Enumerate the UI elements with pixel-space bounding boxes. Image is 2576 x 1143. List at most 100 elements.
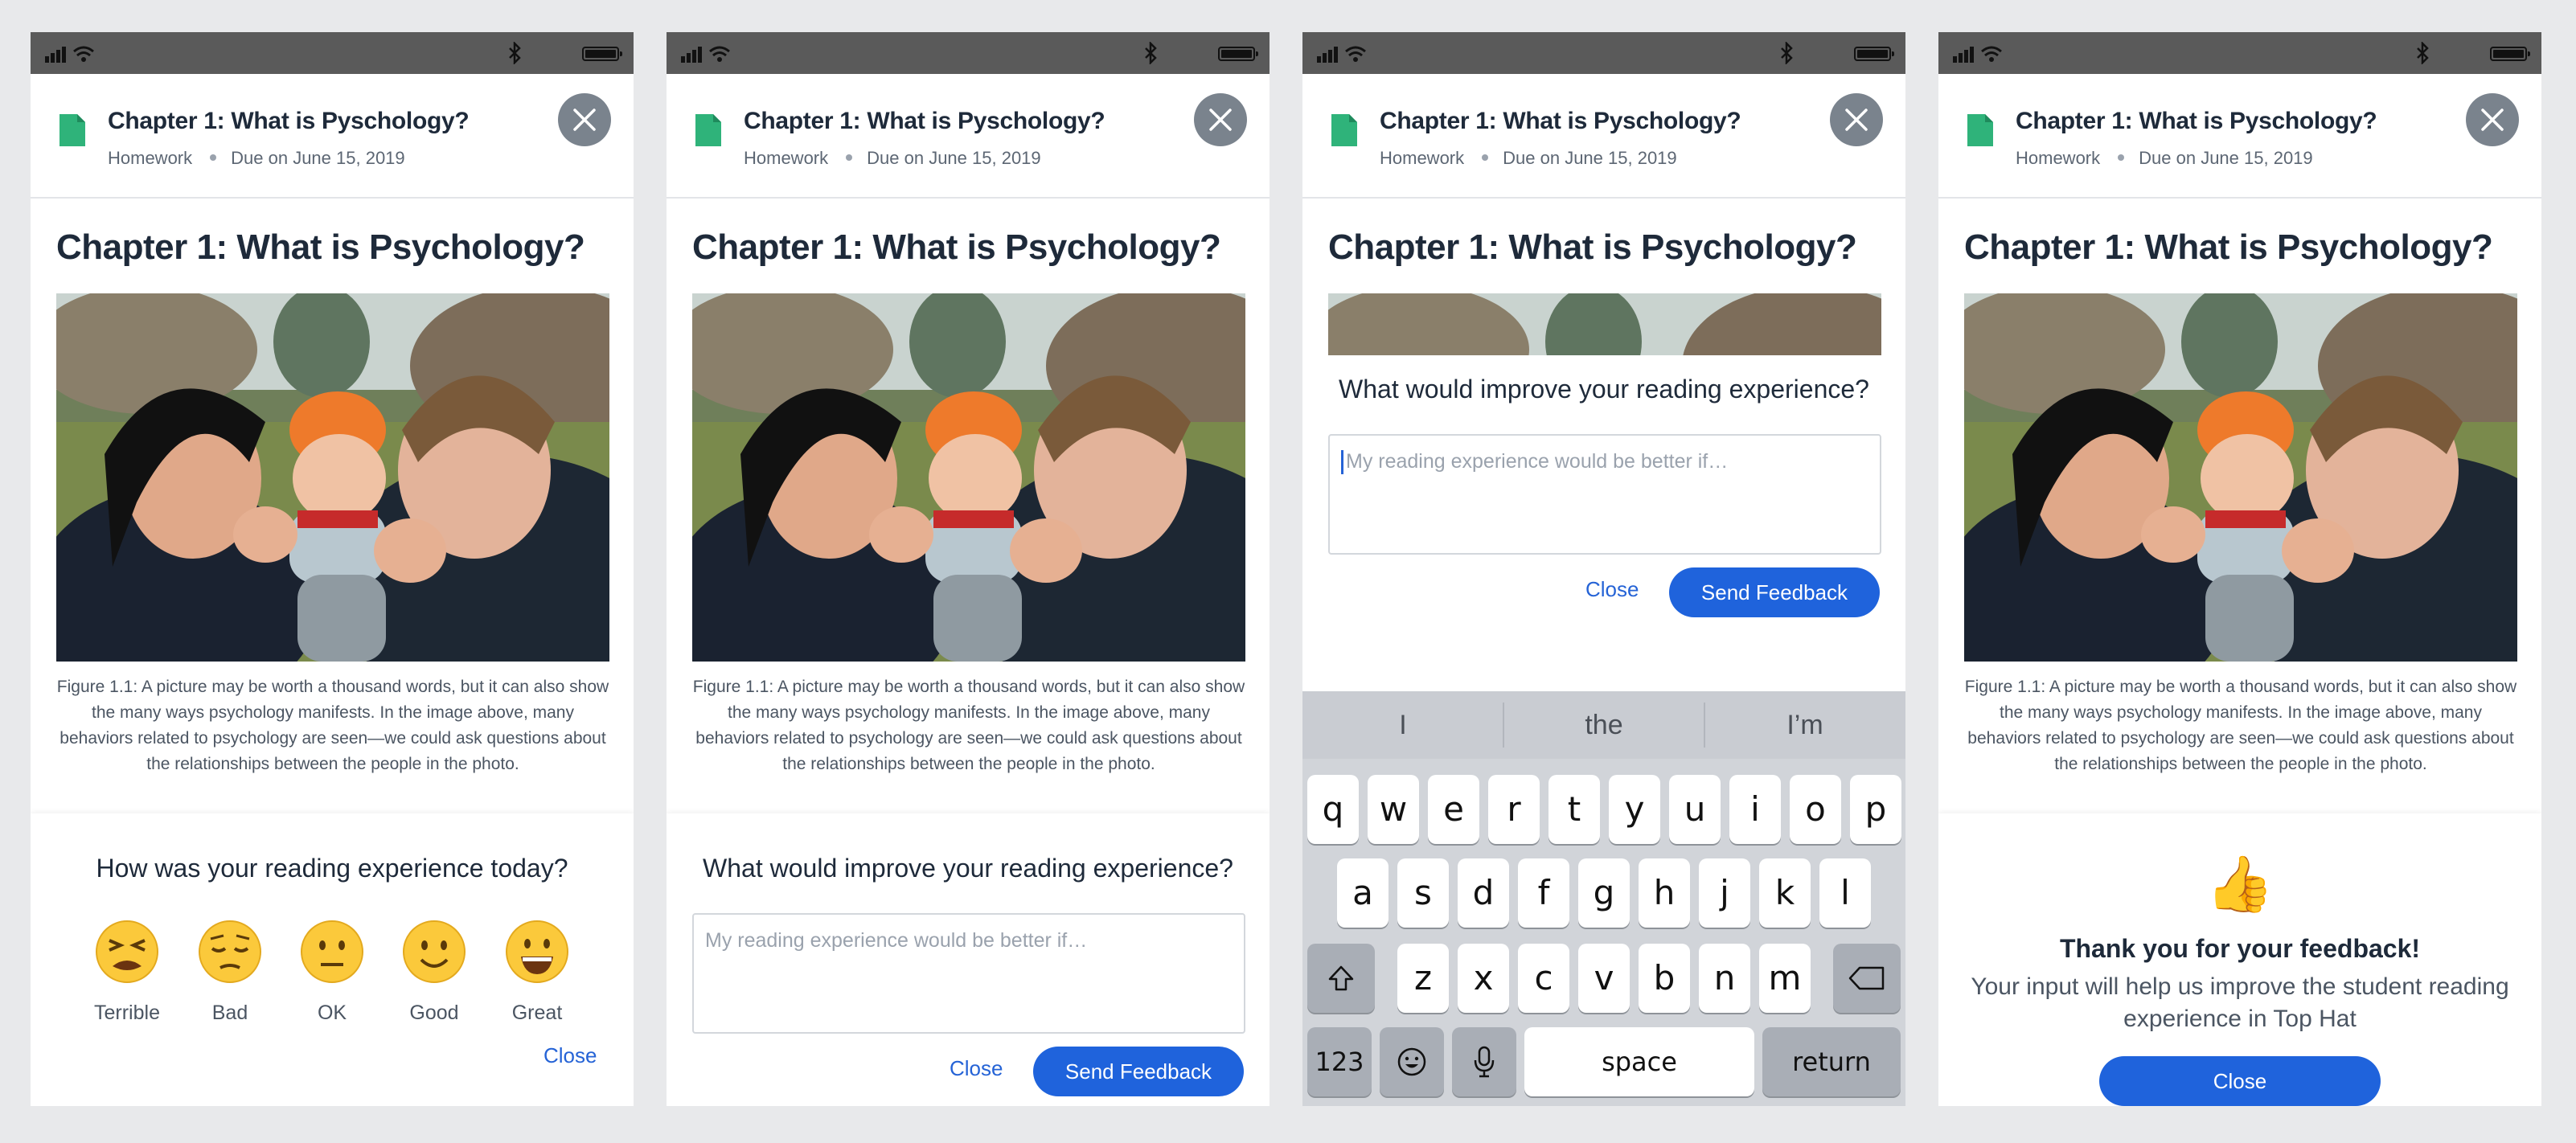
- rating-terrible[interactable]: Terrible: [87, 920, 167, 1025]
- emoji-icon: [1397, 1047, 1426, 1076]
- assignment-header: Chapter 1: What is Pyschology? Homework D…: [667, 74, 1270, 199]
- thanks-message: Your input will help us improve the stud…: [1971, 973, 2509, 1032]
- rating-panel: How was your reading experience today? T…: [31, 813, 634, 1106]
- close-button[interactable]: [1830, 93, 1883, 146]
- assignment-header: Chapter 1: What is Pyschology? Homework D…: [1938, 74, 2541, 199]
- key[interactable]: q: [1307, 775, 1359, 844]
- close-link[interactable]: Close: [544, 1043, 597, 1068]
- key[interactable]: e: [1428, 775, 1479, 844]
- delete-key[interactable]: [1833, 944, 1901, 1013]
- close-button-primary[interactable]: Close: [2099, 1056, 2381, 1106]
- key[interactable]: r: [1488, 775, 1540, 844]
- key[interactable]: x: [1458, 944, 1509, 1013]
- status-bar: [1302, 32, 1905, 74]
- assignment-title: Chapter 1: What is Pyschology?: [1380, 108, 1741, 134]
- signal-wifi-icon: [681, 46, 730, 63]
- feedback-input[interactable]: My reading experience would be better if…: [1328, 434, 1881, 555]
- rating-bad[interactable]: Bad: [190, 920, 270, 1025]
- text-caret: [1341, 450, 1343, 474]
- figure-caption: Figure 1.1: A picture may be worth a tho…: [692, 678, 1245, 773]
- bluetooth-icon: [509, 42, 521, 64]
- tired-face-icon: [96, 920, 158, 983]
- return-key[interactable]: return: [1762, 1027, 1901, 1096]
- assignment-meta: Homework Due on June 15, 2019: [744, 148, 1041, 169]
- shift-key[interactable]: [1307, 944, 1375, 1013]
- assignment-meta: Homework Due on June 15, 2019: [1380, 148, 1677, 169]
- key[interactable]: m: [1759, 944, 1811, 1013]
- numbers-key[interactable]: 123: [1307, 1027, 1372, 1096]
- send-feedback-button[interactable]: Send Feedback: [1033, 1047, 1244, 1096]
- status-bar: [1938, 32, 2541, 74]
- assignment-sheet: Chapter 1: What is Pyschology? Homework D…: [1938, 74, 2541, 1106]
- space-key[interactable]: space: [1524, 1027, 1754, 1096]
- send-feedback-button[interactable]: Send Feedback: [1669, 567, 1880, 617]
- rating-label: OK: [317, 1002, 347, 1024]
- rating-label: Great: [511, 1002, 563, 1024]
- close-icon: [573, 109, 596, 131]
- close-link[interactable]: Close: [950, 1056, 1003, 1081]
- key[interactable]: a: [1337, 858, 1388, 928]
- assignment-type: Homework: [744, 148, 829, 168]
- key[interactable]: h: [1639, 858, 1690, 928]
- emoji-key[interactable]: [1380, 1027, 1444, 1096]
- key[interactable]: j: [1699, 858, 1750, 928]
- neutral-face-icon: [301, 920, 363, 983]
- thanks-title: Thank you for your feedback!: [2059, 934, 2421, 963]
- thumbs-up-icon: 👍: [2205, 854, 2275, 915]
- assignment-header: Chapter 1: What is Pyschology? Homework D…: [1302, 74, 1905, 199]
- pensive-face-icon: [199, 920, 261, 983]
- suggestion-item[interactable]: I: [1302, 691, 1503, 759]
- document-icon: [1331, 114, 1357, 146]
- feedback-question: What would improve your reading experien…: [703, 854, 1233, 883]
- close-button[interactable]: [2466, 93, 2519, 146]
- separator-dot: [210, 154, 217, 162]
- suggestion-item[interactable]: the: [1503, 691, 1704, 759]
- rating-good[interactable]: Good: [394, 920, 474, 1025]
- key[interactable]: g: [1578, 858, 1630, 928]
- key[interactable]: w: [1368, 775, 1419, 844]
- key[interactable]: d: [1458, 858, 1509, 928]
- key[interactable]: b: [1639, 944, 1690, 1013]
- key[interactable]: s: [1397, 858, 1449, 928]
- key[interactable]: v: [1578, 944, 1630, 1013]
- assignment-sheet: Chapter 1: What is Pyschology? Homework D…: [667, 74, 1270, 1106]
- key[interactable]: k: [1759, 858, 1811, 928]
- document-icon: [695, 114, 721, 146]
- key[interactable]: z: [1397, 944, 1449, 1013]
- suggestion-item[interactable]: I’m: [1704, 691, 1905, 759]
- assignment-title: Chapter 1: What is Pyschology?: [108, 108, 470, 134]
- close-button[interactable]: [1194, 93, 1247, 146]
- due-date: Due on June 15, 2019: [1503, 148, 1677, 168]
- onscreen-keyboard: I the I’m q w e r t y u i o p a s d f g …: [1302, 691, 1905, 1106]
- key[interactable]: o: [1790, 775, 1841, 844]
- close-button[interactable]: [558, 93, 611, 146]
- family-photo: [1964, 293, 2517, 662]
- key[interactable]: u: [1669, 775, 1721, 844]
- key[interactable]: t: [1548, 775, 1600, 844]
- key[interactable]: p: [1850, 775, 1901, 844]
- signal-wifi-icon: [45, 46, 94, 63]
- rating-great[interactable]: Great: [497, 920, 577, 1025]
- assignment-sheet: Chapter 1: What is Pyschology? Homework D…: [31, 74, 634, 1106]
- rating-ok[interactable]: OK: [292, 920, 372, 1025]
- signal-wifi-icon: [1953, 46, 2002, 63]
- key[interactable]: n: [1699, 944, 1750, 1013]
- assignment-meta: Homework Due on June 15, 2019: [2016, 148, 2313, 169]
- feedback-question: What would improve your reading experien…: [1339, 375, 1869, 404]
- separator-dot: [2118, 154, 2125, 162]
- key[interactable]: f: [1518, 858, 1569, 928]
- key[interactable]: l: [1819, 858, 1871, 928]
- chapter-title: Chapter 1: What is Psychology?: [1328, 227, 1857, 267]
- feedback-input[interactable]: My reading experience would be better if…: [692, 913, 1245, 1034]
- screen-feedback: Chapter 1: What is Pyschology? Homework D…: [667, 32, 1270, 1106]
- close-link[interactable]: Close: [1585, 577, 1639, 602]
- screen-rating: Chapter 1: What is Pyschology? Homework D…: [31, 32, 634, 1106]
- chapter-title: Chapter 1: What is Psychology?: [56, 227, 585, 267]
- assignment-title: Chapter 1: What is Pyschology?: [744, 108, 1105, 134]
- assignment-meta: Homework Due on June 15, 2019: [108, 148, 405, 169]
- key[interactable]: c: [1518, 944, 1569, 1013]
- key[interactable]: y: [1609, 775, 1660, 844]
- dictation-key[interactable]: [1452, 1027, 1516, 1096]
- shift-icon: [1328, 965, 1354, 991]
- key[interactable]: i: [1729, 775, 1781, 844]
